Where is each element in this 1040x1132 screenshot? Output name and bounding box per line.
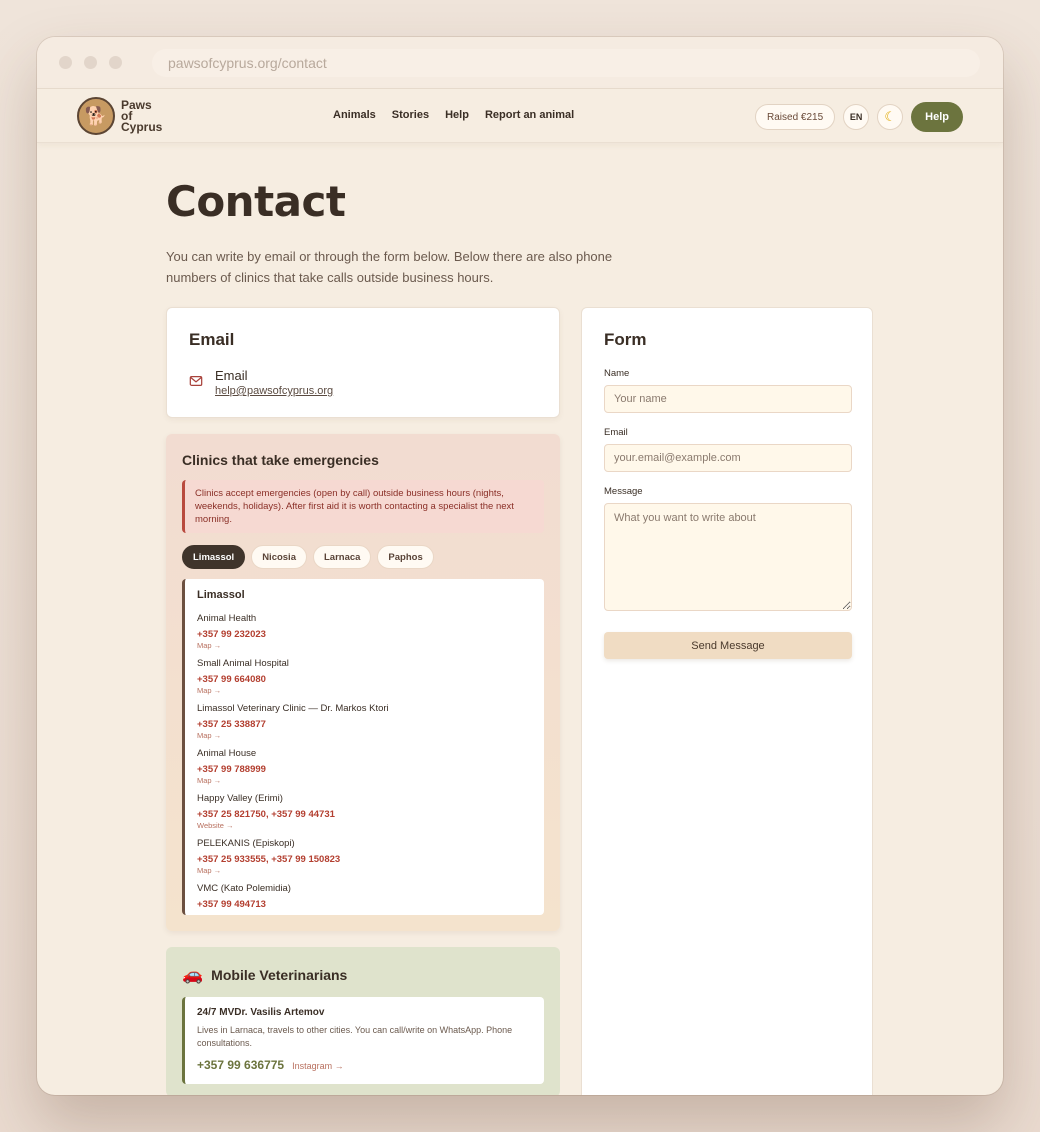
tab-limassol[interactable]: Limassol xyxy=(182,545,246,569)
clinics-warning: Clinics accept emergencies (open by call… xyxy=(182,480,544,533)
logo-text: Paws of Cyprus xyxy=(121,99,163,134)
minimize-dot[interactable] xyxy=(84,56,97,69)
nav-stories[interactable]: Stories xyxy=(392,109,429,121)
clinic-name: Animal Health xyxy=(197,613,257,624)
nav-report-animal[interactable]: Report an animal xyxy=(485,109,574,121)
clinic-phone[interactable]: +357 99 788999 xyxy=(197,764,532,775)
tab-larnaca[interactable]: Larnaca xyxy=(312,545,372,569)
clinic-map-link[interactable]: Map → xyxy=(197,776,532,785)
browser-chrome: pawsofcyprus.org/contact xyxy=(37,37,1003,89)
vet-instagram-link[interactable]: Instagram → xyxy=(292,1061,344,1071)
email-address-link[interactable]: help@pawsofcyprus.org xyxy=(215,385,333,397)
list-item: Small Animal Hospital +357 99 664080 Map… xyxy=(197,658,532,695)
left-column: Email Email help@pawsofcyprus.org Clinic… xyxy=(166,307,560,1095)
vet-phone[interactable]: +357 99 636775 xyxy=(197,1058,284,1072)
main-nav: Animals Stories Help Report an animal xyxy=(333,109,574,121)
list-item: Limassol Veterinary Clinic — Dr. Markos … xyxy=(197,703,532,740)
message-label: Message xyxy=(604,486,643,497)
tab-nicosia[interactable]: Nicosia xyxy=(251,545,307,569)
list-item: PELEKANIS (Episkopi) +357 25 933555, +35… xyxy=(197,838,532,875)
raised-badge[interactable]: Raised €215 xyxy=(755,104,836,130)
logo-line: Cyprus xyxy=(121,119,163,134)
clinic-name: Limassol Veterinary Clinic — Dr. Markos … xyxy=(197,703,389,714)
clinic-name: PELEKANIS (Episkopi) xyxy=(197,838,295,849)
clinic-map-link[interactable]: Map → xyxy=(197,686,532,695)
moon-icon: ☾ xyxy=(884,109,896,124)
page-intro: You can write by email or through the fo… xyxy=(166,249,613,285)
clinic-map-link[interactable]: Map → xyxy=(197,641,532,650)
form-title: Form xyxy=(604,330,647,349)
name-input[interactable] xyxy=(604,385,852,413)
clinic-website-link[interactable]: Website → xyxy=(197,821,532,830)
name-label: Name xyxy=(604,368,630,379)
email-row: Email help@pawsofcyprus.org xyxy=(189,368,537,397)
clinic-name: Happy Valley (Erimi) xyxy=(197,793,283,804)
help-button[interactable]: Help xyxy=(911,102,963,132)
clinic-name: Animal House xyxy=(197,748,257,759)
mail-icon xyxy=(189,376,203,386)
page-title: Contact xyxy=(166,177,346,226)
clinic-phone[interactable]: +357 25 821750, +357 99 44731 xyxy=(197,809,532,820)
emergency-clinics-card: Clinics that take emergencies Clinics ac… xyxy=(166,434,560,931)
window-controls xyxy=(59,56,122,69)
tab-paphos[interactable]: Paphos xyxy=(377,545,434,569)
maximize-dot[interactable] xyxy=(109,56,122,69)
dog-logo-icon: 🐕 xyxy=(77,97,115,135)
list-item: Animal House +357 99 788999 Map → xyxy=(197,748,532,785)
city-tabs: Limassol Nicosia Larnaca Paphos xyxy=(182,545,544,569)
list-item: VMC (Kato Polemidia) +357 99 494713 xyxy=(197,883,532,910)
email-card: Email Email help@pawsofcyprus.org xyxy=(166,307,560,418)
clinic-phone[interactable]: +357 99 494713 xyxy=(197,899,532,910)
close-dot[interactable] xyxy=(59,56,72,69)
car-icon: 🚗 xyxy=(182,965,204,984)
vet-description: Lives in Larnaca, travels to other citie… xyxy=(197,1025,513,1048)
vet-card: 24/7 MVDr. Vasilis Artemov Lives in Larn… xyxy=(182,997,544,1084)
clinic-phone[interactable]: +357 25 933555, +357 99 150823 xyxy=(197,854,532,865)
list-item: Animal Health +357 99 232023 Map → xyxy=(197,613,532,650)
theme-toggle-button[interactable]: ☾ xyxy=(877,104,904,130)
clinic-list[interactable]: Limassol Animal Health +357 99 232023 Ma… xyxy=(182,579,544,915)
clinic-name: VMC (Kato Polemidia) xyxy=(197,883,291,894)
list-item: Happy Valley (Erimi) +357 25 821750, +35… xyxy=(197,793,532,830)
language-button[interactable]: EN xyxy=(843,104,870,130)
site-logo[interactable]: 🐕 Paws of Cyprus xyxy=(77,97,162,135)
mobile-vets-title-text: Mobile Veterinarians xyxy=(211,967,348,983)
send-message-button[interactable]: Send Message xyxy=(604,632,852,659)
nav-help[interactable]: Help xyxy=(445,109,469,121)
email-label: Email xyxy=(215,368,248,383)
vet-name: 24/7 MVDr. Vasilis Artemov xyxy=(197,1007,325,1018)
email-label: Email xyxy=(604,427,628,438)
main-content: Contact You can write by email or throug… xyxy=(166,177,876,1095)
clinic-phone[interactable]: +357 99 664080 xyxy=(197,674,532,685)
nav-animals[interactable]: Animals xyxy=(333,109,376,121)
vet-contact: +357 99 636775 Instagram → xyxy=(197,1058,532,1072)
clinics-title: Clinics that take emergencies xyxy=(182,452,379,468)
url-bar[interactable]: pawsofcyprus.org/contact xyxy=(152,49,980,77)
site-header: 🐕 Paws of Cyprus Animals Stories Help Re… xyxy=(37,89,1003,143)
mobile-vets-title: 🚗 Mobile Veterinarians xyxy=(182,965,544,985)
clinic-map-link[interactable]: Map → xyxy=(197,731,532,740)
message-textarea[interactable] xyxy=(604,503,852,611)
email-input[interactable] xyxy=(604,444,852,472)
contact-form-card: Form Name Email Message Send Message xyxy=(581,307,873,1095)
email-card-title: Email xyxy=(189,330,235,349)
clinic-map-link[interactable]: Map → xyxy=(197,866,532,875)
browser-window: pawsofcyprus.org/contact 🐕 Paws of Cypru… xyxy=(37,37,1003,1095)
clinic-list-city: Limassol xyxy=(197,589,245,601)
clinic-phone[interactable]: +357 25 338877 xyxy=(197,719,532,730)
mobile-vets-card: 🚗 Mobile Veterinarians 24/7 MVDr. Vasili… xyxy=(166,947,560,1095)
clinic-phone[interactable]: +357 99 232023 xyxy=(197,629,532,640)
clinic-name: Small Animal Hospital xyxy=(197,658,289,669)
header-actions: Raised €215 EN ☾ Help xyxy=(755,102,963,132)
